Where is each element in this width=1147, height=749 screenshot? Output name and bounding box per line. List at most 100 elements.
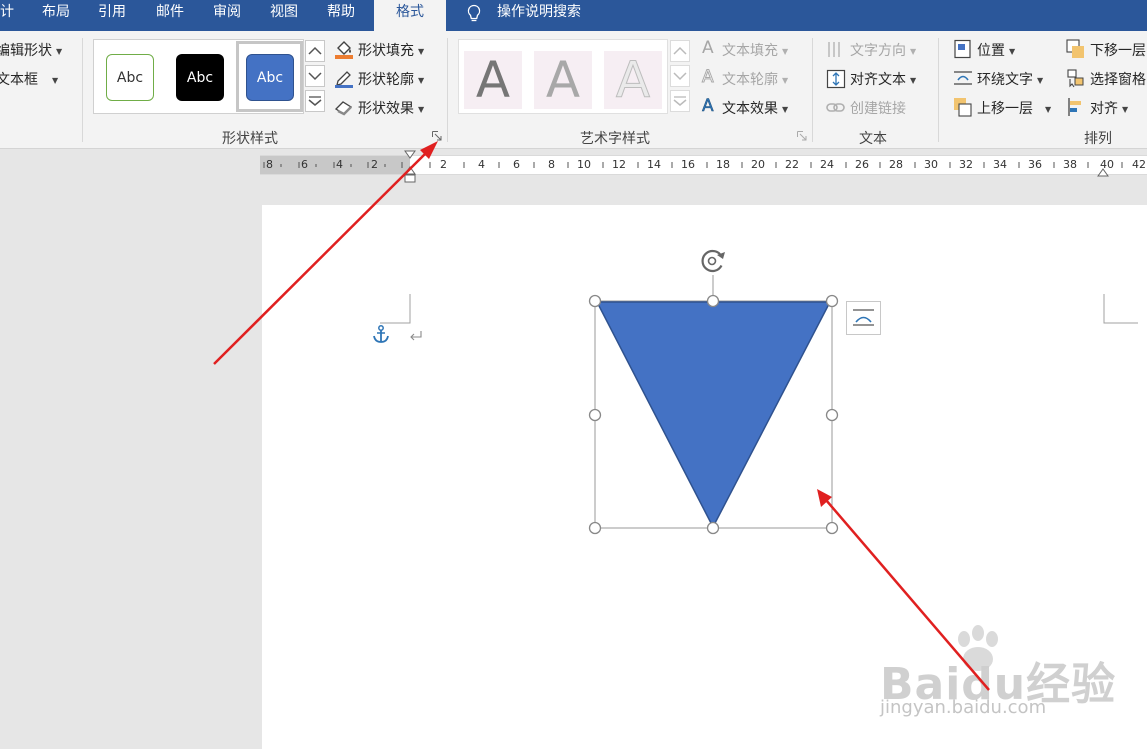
- ruler-label: 2: [371, 158, 378, 171]
- tab-format[interactable]: 格式: [374, 0, 446, 31]
- resize-handle-bottom[interactable]: [706, 521, 720, 535]
- text-box-button[interactable]: 文本框 ▼: [0, 69, 58, 89]
- text-box-label: 文本框: [0, 72, 38, 88]
- shape-style-swatch-blue[interactable]: Abc: [246, 54, 294, 101]
- chevron-down-icon: ▼: [52, 75, 59, 85]
- text-direction-label: 文字方向: [850, 43, 906, 59]
- paw-watermark-icon: [958, 625, 998, 671]
- shape-style-swatch-outline[interactable]: Abc: [106, 54, 154, 101]
- position-label: 位置: [977, 43, 1005, 59]
- chevron-down-icon: ▼: [1009, 46, 1016, 56]
- text-effects-icon: A: [702, 96, 714, 117]
- tab-view[interactable]: 视图: [270, 0, 298, 31]
- resize-handle-top-right[interactable]: [825, 294, 839, 308]
- shape-effects-button[interactable]: 形状效果 ▼: [358, 98, 424, 118]
- text-effects-button[interactable]: 文本效果 ▼: [722, 98, 788, 118]
- text-direction-button[interactable]: 文字方向 ▼: [850, 40, 916, 60]
- bring-forward-label: 上移一层: [977, 101, 1033, 117]
- tell-me-search[interactable]: 操作说明搜索: [497, 0, 581, 31]
- resize-handle-bottom-left[interactable]: [588, 521, 602, 535]
- chevron-up-icon: [308, 46, 322, 55]
- chevron-down-icon: ▼: [782, 75, 789, 85]
- wordart-scroll-down[interactable]: [670, 65, 690, 87]
- gallery-scroll-up[interactable]: [305, 40, 325, 62]
- wordart-more[interactable]: [670, 90, 690, 112]
- triangle-shape-selection[interactable]: [585, 245, 845, 537]
- ruler-label: 42: [1132, 158, 1146, 171]
- shape-style-swatch-black[interactable]: Abc: [176, 54, 224, 101]
- align-text-icon: [826, 69, 846, 89]
- position-icon: [954, 39, 971, 59]
- align-text-label: 对齐文本: [850, 72, 906, 88]
- margin-crop-mark: [380, 294, 411, 324]
- position-button[interactable]: 位置 ▼: [977, 40, 1015, 60]
- group-separator: [82, 38, 83, 142]
- shape-fill-button[interactable]: 形状填充 ▼: [358, 40, 424, 60]
- resize-handle-bottom-right[interactable]: [825, 521, 839, 535]
- bring-forward-button[interactable]: 上移一层 ▼: [977, 98, 1051, 118]
- resize-handle-top[interactable]: [706, 294, 720, 308]
- tab-help[interactable]: 帮助: [327, 0, 355, 31]
- shape-effects-label: 形状效果: [358, 101, 414, 117]
- wrap-text-button[interactable]: 环绕文字 ▼: [977, 69, 1043, 89]
- wordart-dialog-launcher[interactable]: [797, 131, 807, 141]
- ruler-label: 10: [577, 158, 591, 171]
- wordart-style-outline[interactable]: A: [604, 51, 662, 110]
- ruler-label: 18: [716, 158, 730, 171]
- edit-shape-label: 编辑形状: [0, 43, 52, 59]
- create-link-button[interactable]: 创建链接: [850, 98, 906, 118]
- resize-handle-top-left[interactable]: [588, 294, 602, 308]
- ruler-label: 26: [855, 158, 869, 171]
- paragraph-mark-icon: [410, 331, 422, 341]
- text-outline-button[interactable]: 文本轮廓 ▼: [722, 69, 788, 89]
- paint-bucket-icon: [335, 41, 353, 59]
- tab-references[interactable]: 引用: [98, 0, 126, 31]
- chevron-down-icon: [673, 72, 687, 81]
- tab-review[interactable]: 审阅: [213, 0, 241, 31]
- chevron-down-icon: ▼: [418, 75, 425, 85]
- chevron-down-icon: ▼: [1037, 75, 1044, 85]
- text-fill-label: 文本填充: [722, 43, 778, 59]
- resize-handle-right[interactable]: [825, 408, 839, 422]
- indent-markers[interactable]: [403, 150, 417, 184]
- align-button[interactable]: 对齐 ▼: [1090, 98, 1128, 118]
- ruler-label: 36: [1028, 158, 1042, 171]
- text-outline-label: 文本轮廓: [722, 72, 778, 88]
- gallery-more[interactable]: [305, 90, 325, 112]
- inverted-triangle-shape[interactable]: [595, 301, 832, 529]
- send-backward-button[interactable]: 下移一层: [1090, 40, 1146, 60]
- resize-handle-left[interactable]: [588, 408, 602, 422]
- chevron-down-icon: ▼: [1122, 104, 1129, 114]
- chevron-down-icon: ▼: [56, 46, 63, 56]
- shape-outline-button[interactable]: 形状轮廓 ▼: [358, 69, 424, 89]
- rotate-handle-icon[interactable]: [701, 249, 725, 273]
- margin-crop-mark-right: [1103, 294, 1138, 324]
- tab-design[interactable]: 计: [0, 0, 14, 31]
- shape-styles-dialog-launcher[interactable]: [432, 131, 442, 141]
- group-separator: [938, 38, 939, 142]
- lightbulb-icon[interactable]: [466, 4, 482, 24]
- text-fill-button[interactable]: 文本填充 ▼: [722, 40, 788, 60]
- ruler-label: 8: [266, 158, 273, 171]
- chevron-down-icon: ▼: [1045, 104, 1052, 114]
- tab-layout[interactable]: 布局: [42, 0, 70, 31]
- wordart-group-label: 艺术字样式: [580, 131, 650, 147]
- edit-shape-button[interactable]: 编辑形状 ▼: [0, 40, 62, 60]
- horizontal-ruler[interactable]: 8 6 4 2 2 4 6 8 10 12 14 16 18 20 22 24 …: [260, 155, 1147, 175]
- anchor-icon[interactable]: [372, 325, 390, 345]
- align-text-button[interactable]: 对齐文本 ▼: [850, 69, 916, 89]
- gallery-scroll-down[interactable]: [305, 65, 325, 87]
- wordart-style-light[interactable]: A: [534, 51, 592, 109]
- ruler-label: 22: [785, 158, 799, 171]
- wordart-style-gray[interactable]: A: [464, 51, 522, 109]
- shape-outline-label: 形状轮廓: [358, 72, 414, 88]
- link-icon: [826, 103, 845, 112]
- wordart-scroll-up[interactable]: [670, 40, 690, 62]
- right-indent-marker[interactable]: [1096, 165, 1110, 177]
- selection-pane-button[interactable]: 选择窗格: [1090, 69, 1146, 89]
- chevron-up-icon: [673, 46, 687, 55]
- group-separator: [812, 38, 813, 142]
- layout-options-icon[interactable]: [846, 301, 881, 335]
- tab-mailings[interactable]: 邮件: [156, 0, 184, 31]
- ruler-label: 28: [889, 158, 903, 171]
